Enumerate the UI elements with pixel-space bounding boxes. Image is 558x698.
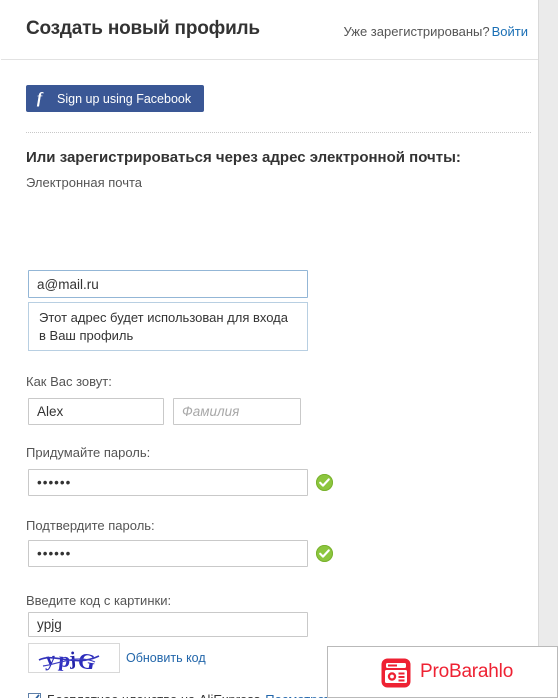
- signup-page: Создать новый профиль Уже зарегистрирова…: [0, 0, 539, 698]
- facebook-signup-label: Sign up using Facebook: [57, 91, 192, 106]
- name-label: Как Вас зовут:: [26, 374, 112, 389]
- email-hint: Этот адрес будет использован для входа в…: [28, 302, 308, 351]
- login-prompt: Уже зарегистрированы? Войти: [343, 24, 528, 39]
- camera-icon: [380, 657, 412, 689]
- confirm-password-valid-green-check-icon: [316, 545, 333, 562]
- confirm-password-label: Подтвердите пароль:: [26, 518, 155, 533]
- page-header: Создать новый профиль Уже зарегистрирова…: [1, 0, 538, 60]
- agreement-checkbox[interactable]: [28, 693, 41, 698]
- signup-form-area: f Sign up using Facebook Или зарегистрир…: [1, 61, 538, 698]
- email-label: Электронная почта: [26, 175, 143, 190]
- email-input[interactable]: [28, 270, 308, 298]
- page-inner: Создать новый профиль Уже зарегистрирова…: [1, 0, 538, 698]
- email-section-title: Или зарегистрироваться через адрес элект…: [26, 149, 461, 166]
- already-registered-label: Уже зарегистрированы?: [343, 24, 490, 39]
- password-valid-green-check-icon: [316, 474, 333, 491]
- captcha-image: y p j G: [28, 643, 120, 673]
- section-divider: [26, 132, 531, 133]
- captcha-glyphs: y p j G: [38, 647, 100, 672]
- page-title: Создать новый профиль: [26, 18, 260, 39]
- facebook-f-icon: f: [36, 89, 43, 107]
- agreement-text: Бесплатное членство на AliExpress: [47, 692, 260, 698]
- captcha-label: Введите код с картинки:: [26, 593, 172, 608]
- confirm-password-input[interactable]: [28, 540, 308, 567]
- first-name-input[interactable]: [28, 398, 164, 425]
- facebook-signup-button[interactable]: f Sign up using Facebook: [26, 85, 205, 112]
- watermark-text: ProBarahlo: [420, 661, 514, 682]
- svg-text:y: y: [43, 648, 57, 671]
- watermark-overlay: ProBarahlo: [327, 646, 558, 698]
- login-link[interactable]: Войти: [492, 24, 528, 39]
- password-label: Придумайте пароль:: [26, 445, 151, 460]
- captcha-input[interactable]: [28, 612, 308, 637]
- refresh-captcha-link[interactable]: Обновить код: [126, 651, 206, 665]
- password-input[interactable]: [28, 469, 308, 496]
- last-name-input[interactable]: [173, 398, 301, 425]
- checkmark-icon: [35, 694, 40, 698]
